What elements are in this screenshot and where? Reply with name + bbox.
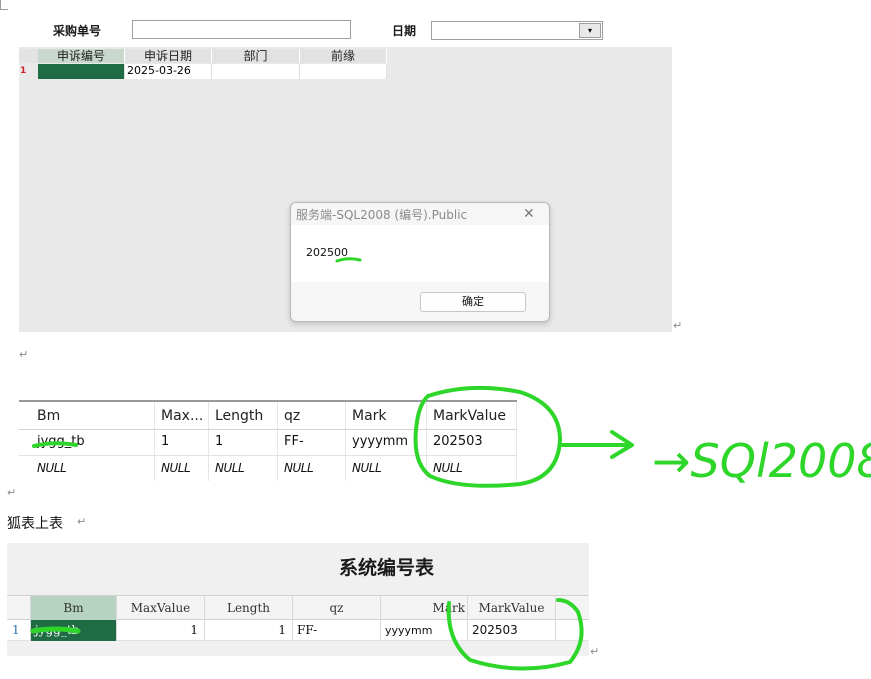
table-cell-qz[interactable]: FF- <box>293 620 381 641</box>
table-cell-length[interactable]: 1 <box>209 430 278 455</box>
appeal-grid: 申诉编号 申诉日期 部门 前缘 1 2025-03-26 <box>19 49 387 81</box>
column-header-markvalue[interactable]: MarkValue <box>427 402 517 430</box>
date-combobox[interactable]: ▾ <box>431 21 603 40</box>
paragraph-mark: ↵ <box>590 645 600 658</box>
table-cell-markvalue[interactable]: 202503 <box>427 430 517 455</box>
paragraph-mark: ↵ <box>673 319 683 332</box>
column-header-max[interactable]: Max... <box>155 402 209 430</box>
table-cell-mark-null[interactable]: NULL <box>346 456 427 481</box>
table-cell-bm[interactable]: jygg_tb <box>31 430 155 455</box>
paragraph-mark: ↵ <box>7 486 17 499</box>
cell-text: jygg_tb <box>35 623 80 637</box>
table-cell-length[interactable]: 1 <box>205 620 293 641</box>
row-number-header <box>7 596 31 620</box>
table-cell-qz[interactable]: FF- <box>278 430 346 455</box>
paragraph-mark: ↵ <box>77 515 87 528</box>
table-cell-max-null[interactable]: NULL <box>155 456 209 481</box>
table-cell-front-edge[interactable] <box>300 64 387 79</box>
table-cell-department[interactable] <box>212 64 300 79</box>
row-number: 1 <box>7 620 31 641</box>
table-cell-appeal-date[interactable]: 2025-03-26 <box>125 64 212 79</box>
table-cell-bm-null[interactable]: NULL <box>31 456 155 481</box>
purchase-no-input[interactable] <box>132 20 351 39</box>
column-header-length[interactable]: Length <box>209 402 278 430</box>
column-header-appeal-date[interactable]: 申诉日期 <box>125 49 212 63</box>
table-row[interactable]: 1 jygg_tb 1 1 FF- yyyymm 202503 <box>7 620 589 641</box>
table-cell-mark[interactable]: yyyymm <box>346 430 427 455</box>
column-header-appeal-no[interactable]: 申诉编号 <box>38 49 125 63</box>
grid-header: Bm MaxValue Length qz Mark MarkValue <box>7 595 589 620</box>
sql-result-grid: Bm Max... Length qz Mark MarkValue jygg_… <box>19 400 517 481</box>
handwritten-note: →SQl2008 <box>652 434 871 488</box>
column-header-maxvalue[interactable]: MaxValue <box>117 596 205 620</box>
dialog-title: 服务端-SQL2008 (编号).Public <box>296 208 468 222</box>
row-number: 1 <box>20 66 27 76</box>
table-cell-qz-null[interactable]: NULL <box>278 456 346 481</box>
column-header-mark[interactable]: Mark <box>381 596 468 620</box>
table-cell-bm[interactable]: jygg_tb <box>31 620 117 641</box>
close-icon[interactable]: ✕ <box>523 206 535 222</box>
paragraph-mark: ↵ <box>19 348 29 361</box>
table-cell-markvalue-null[interactable]: NULL <box>427 456 517 481</box>
column-header-department[interactable]: 部门 <box>212 49 300 63</box>
purchase-no-label: 采购单号 <box>53 24 102 38</box>
column-header-bm[interactable]: Bm <box>31 596 117 620</box>
corner-mark <box>0 0 8 10</box>
column-header-bm[interactable]: Bm <box>31 402 155 430</box>
table-cell-length-null[interactable]: NULL <box>209 456 278 481</box>
table-cell-markvalue[interactable]: 202503 <box>468 620 556 641</box>
column-header-mark[interactable]: Mark <box>346 402 427 430</box>
caption-text: 狐表上表 <box>7 516 63 532</box>
cell-text: jygg_tb <box>37 434 85 449</box>
column-header-length[interactable]: Length <box>205 596 293 620</box>
column-header-front-edge[interactable]: 前缘 <box>300 49 387 63</box>
table-cell-maxvalue[interactable]: 1 <box>117 620 205 641</box>
column-header-qz[interactable]: qz <box>293 596 381 620</box>
column-header-markvalue[interactable]: MarkValue <box>468 596 556 620</box>
ok-button[interactable]: 确定 <box>420 292 526 312</box>
table-title: 系统编号表 <box>339 557 435 579</box>
chevron-down-icon[interactable]: ▾ <box>579 23 601 38</box>
table-cell-max[interactable]: 1 <box>155 430 209 455</box>
dialog-message: 202500 <box>306 246 348 259</box>
table-cell-appeal-no[interactable] <box>38 64 125 79</box>
date-label: 日期 <box>392 24 417 38</box>
arrow-right-icon <box>560 430 634 459</box>
table-cell-mark[interactable]: yyyymm <box>381 620 468 641</box>
system-number-table-window: 系统编号表 Bm MaxValue Length qz Mark MarkVal… <box>7 543 589 656</box>
message-dialog: 服务端-SQL2008 (编号).Public ✕ 202500 确定 <box>290 202 550 322</box>
row-number-header <box>19 49 38 63</box>
column-header-qz[interactable]: qz <box>278 402 346 430</box>
